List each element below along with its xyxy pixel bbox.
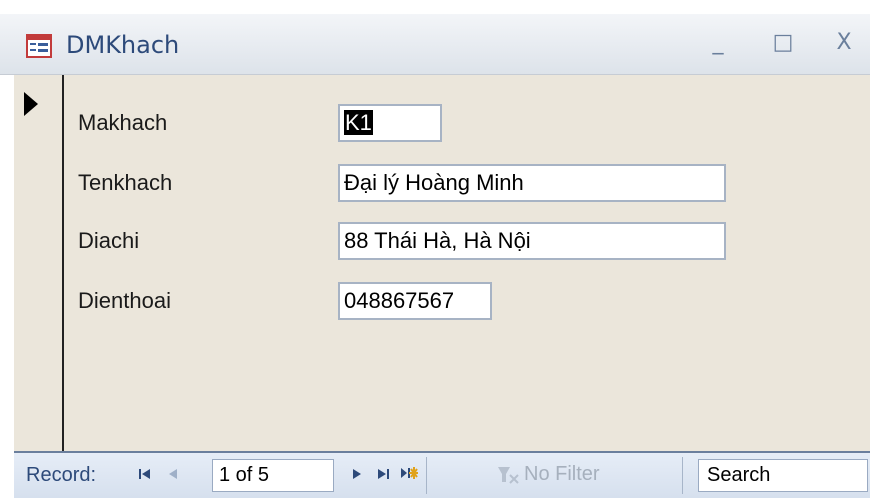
window-title: DMKhach (66, 31, 180, 59)
minimize-button[interactable]: _ (700, 28, 736, 58)
current-record-arrow-icon (24, 92, 38, 116)
separator (682, 457, 683, 494)
makhach-field[interactable]: K1 (338, 104, 442, 142)
close-button[interactable]: X (826, 28, 862, 58)
tenkhach-field[interactable]: Đại lý Hoàng Minh (338, 164, 726, 202)
record-label: Record: (26, 464, 97, 486)
dienthoai-field[interactable]: 048867567 (338, 282, 492, 320)
diachi-label: Diachi (78, 228, 140, 253)
record-navigation-bar: Record: 1 of 5 No Filter Search (14, 451, 870, 498)
form-detail (64, 75, 870, 451)
maximize-button[interactable]: □ (765, 28, 801, 58)
form-window: DMKhach _ □ X Makhach K1 Tenkhach Đại lý… (0, 0, 870, 498)
no-filter-button[interactable]: No Filter (524, 463, 600, 486)
filter-icon (498, 467, 519, 484)
diachi-field[interactable]: 88 Thái Hà, Hà Nội (338, 222, 726, 260)
previous-record-icon[interactable] (166, 467, 180, 481)
makhach-value: K1 (344, 110, 373, 135)
tenkhach-label: Tenkhach (78, 170, 173, 195)
search-input[interactable]: Search (698, 459, 868, 492)
next-record-icon[interactable] (350, 467, 364, 481)
current-record-box[interactable]: 1 of 5 (212, 459, 334, 492)
first-record-icon[interactable] (138, 467, 152, 481)
last-record-icon[interactable] (376, 467, 390, 481)
new-record-icon[interactable] (400, 466, 418, 482)
dienthoai-label: Dienthoai (78, 288, 171, 313)
separator (426, 457, 427, 494)
record-selector[interactable] (14, 75, 64, 451)
makhach-label: Makhach (78, 110, 168, 135)
form-icon (26, 34, 52, 58)
